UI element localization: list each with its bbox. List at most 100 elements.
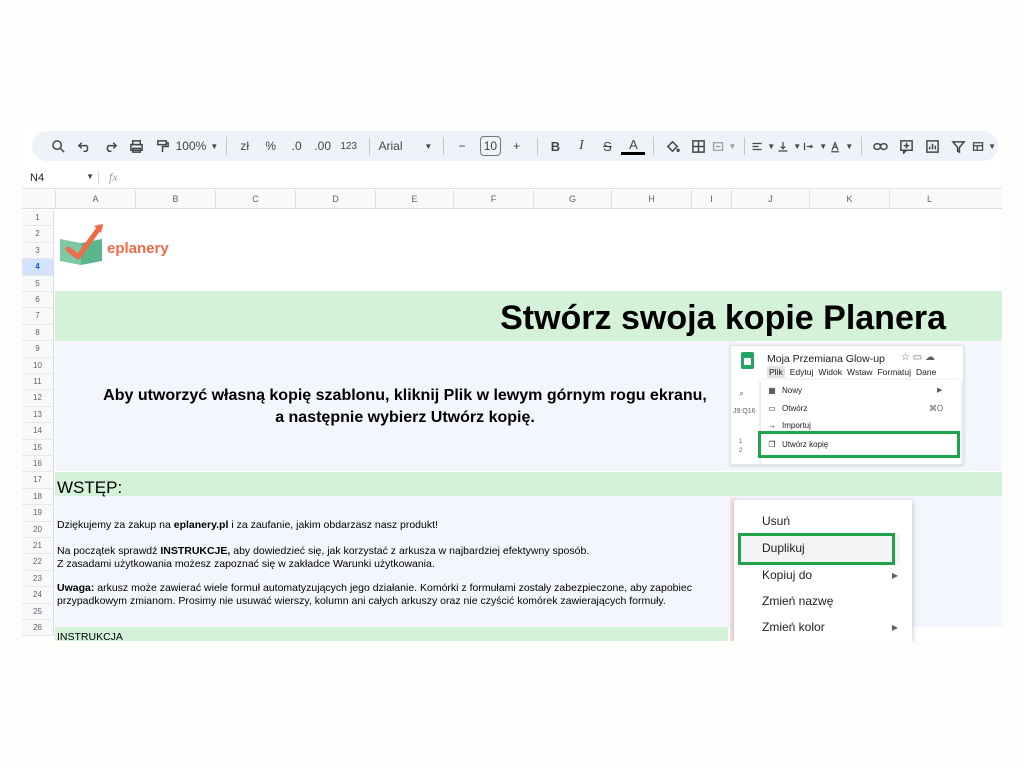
menu-data: Dane [916,367,937,377]
font-select[interactable]: Arial ▼ [376,134,436,158]
zoom-select[interactable]: 100% ▼ [176,134,219,158]
merge-icon[interactable]: ▼ [712,134,736,158]
align-icon[interactable]: ▼ [751,134,775,158]
column-header-d[interactable]: D [295,190,375,209]
column-header-e[interactable]: E [375,190,453,209]
column-headers: ABCDEFGHIJKL [22,190,1002,209]
menu-item-copy-to: Kopiuj do [762,568,813,582]
bold-button[interactable]: B [543,134,567,158]
wstep-band [55,472,1002,496]
search-icon[interactable] [46,134,70,158]
bold-text: Uwaga: [57,582,95,594]
text-color-button[interactable]: A [621,137,646,155]
row-header-5[interactable]: 5 [22,275,54,292]
star-icon: ☆ ▭ ☁ [901,352,935,363]
row-header-19[interactable]: 19 [22,505,54,522]
row-header-6[interactable]: 6 [22,292,54,309]
link-icon[interactable] [868,134,892,158]
font-size-increase-button[interactable]: + [505,134,529,158]
font-size-decrease-button[interactable]: − [450,134,474,158]
row-header-8[interactable]: 8 [22,324,54,342]
font-size-input[interactable]: 10 [480,136,501,156]
column-header-b[interactable]: B [135,190,215,209]
chart-icon[interactable] [920,134,944,158]
italic-button[interactable]: I [569,134,593,158]
intro-line-2: Na początek sprawdź INSTRUKCJE, aby dowi… [57,545,589,557]
row-header-3[interactable]: 3 [22,242,54,260]
text: arkusz może zawierać wiele formuł automa… [94,582,692,594]
column-header-f[interactable]: F [453,190,533,209]
instruction-line-1: Aby utworzyć własną kopię szablonu, klik… [103,387,707,404]
chevron-right-icon: ▶ [937,387,943,394]
row-header-18[interactable]: 18 [22,488,54,506]
row-header-7[interactable]: 7 [22,308,54,325]
row-header-1[interactable]: 1 [22,210,54,227]
column-header-k[interactable]: K [809,190,889,209]
menu-format: Formatuj [877,367,911,377]
instruction-text: Aby utworzyć własną kopię szablonu, klik… [55,385,755,429]
rotate-icon[interactable]: ▼ [829,134,853,158]
row-header-25[interactable]: 25 [22,603,54,620]
undo-icon[interactable] [72,134,96,158]
chevron-right-icon: ▶ [891,571,898,580]
doc-title: Moja Przemiana Glow-up [767,353,885,365]
formula-divider [98,170,99,185]
row-numbers: 12 [739,439,743,454]
row-header-10[interactable]: 10 [22,357,54,374]
toolbar-divider [225,137,227,155]
menu-item-import: → Importuj [767,421,811,430]
table-icon[interactable]: ▼ [972,134,996,158]
column-header-a[interactable]: A [55,190,135,209]
row-header-26[interactable]: 26 [22,620,54,637]
row-header-23[interactable]: 23 [22,570,54,588]
toolbar-divider [861,137,863,155]
filter-icon[interactable] [946,134,970,158]
name-box[interactable]: N4 ▼ [22,172,98,184]
row-header-11[interactable]: 11 [22,374,54,391]
row-header-15[interactable]: 15 [22,439,54,456]
strikethrough-button[interactable]: S [595,134,619,158]
column-header-j[interactable]: J [731,190,809,209]
intro-line-1: Dziękujemy za zakup na eplanery.pl i za … [57,519,438,531]
chevron-down-icon: ▼ [728,141,737,151]
column-header-l[interactable]: L [889,190,969,209]
row-header-20[interactable]: 20 [22,521,54,538]
row-header-21[interactable]: 21 [22,538,54,555]
redo-icon[interactable] [98,134,122,158]
menu-item-label: Otwórz [782,404,808,413]
number-format-button[interactable]: 123 [337,134,361,158]
row-header-16[interactable]: 16 [22,456,54,473]
row-header-12[interactable]: 12 [22,390,54,407]
instrukcja-heading: INSTRUKCJA [57,631,123,641]
valign-icon[interactable]: ▼ [777,134,801,158]
column-header-h[interactable]: H [611,190,691,209]
column-header-i[interactable]: I [691,190,731,209]
percent-button[interactable]: % [259,134,283,158]
menu-item-rename: Zmień nazwę [762,594,834,608]
chevron-down-icon: ▼ [845,141,854,151]
row-header-4[interactable]: 4 [22,259,54,276]
row-header-24[interactable]: 24 [22,587,54,604]
decrease-decimal-button[interactable]: .0 [285,134,309,158]
row-header-9[interactable]: 9 [22,341,54,358]
currency-button[interactable]: zł [233,134,257,158]
row-header-2[interactable]: 2 [22,226,54,243]
column-header-g[interactable]: G [533,190,611,209]
chevron-down-icon: ▼ [767,141,776,151]
text: aby dowiedzieć się, jak korzystać z arku… [230,545,590,557]
borders-icon[interactable] [686,134,710,158]
row-header-17[interactable]: 17 [22,472,54,489]
column-header-c[interactable]: C [215,190,295,209]
import-icon: → [768,421,776,430]
row-header-22[interactable]: 22 [22,554,54,571]
toolbar-divider [536,137,538,155]
row-header-13[interactable]: 13 [22,406,54,424]
print-icon[interactable] [124,134,148,158]
fill-color-icon[interactable] [660,134,684,158]
row-header-14[interactable]: 14 [22,423,54,440]
comment-icon[interactable] [894,134,918,158]
select-all-corner[interactable] [22,190,55,209]
increase-decimal-button[interactable]: .00 [311,134,335,158]
paint-format-icon[interactable] [150,134,174,158]
wrap-icon[interactable]: ▼ [803,134,827,158]
